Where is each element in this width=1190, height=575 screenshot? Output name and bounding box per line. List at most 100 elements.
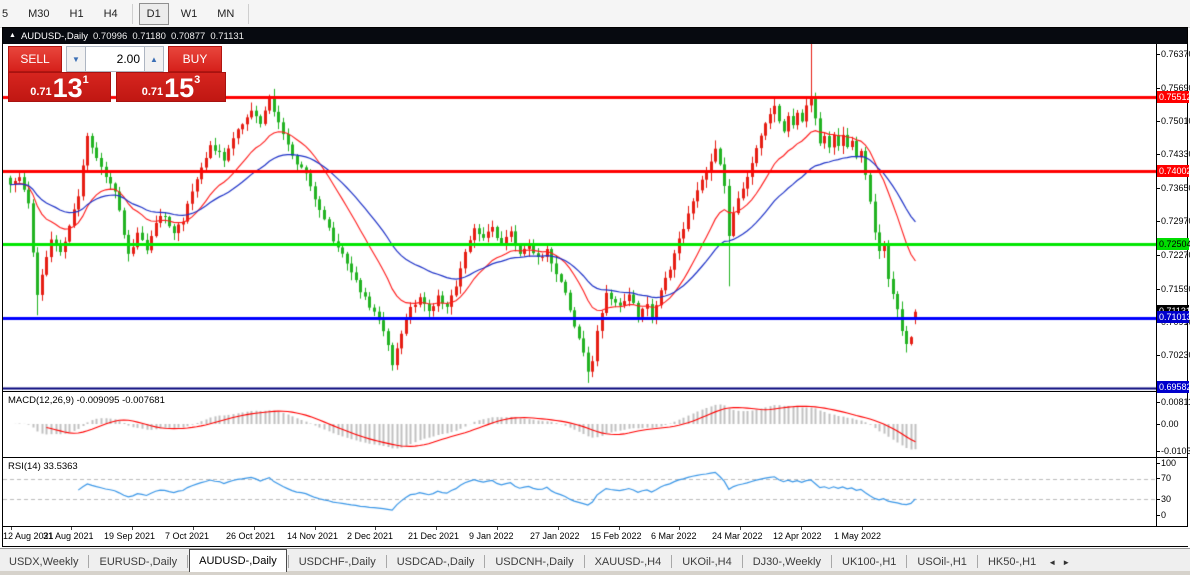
tab-usoil-h1[interactable]: USOil-,H1 <box>908 552 976 572</box>
chart-titlebar: ▲ AUDUSD-,Daily 0.70996 0.71180 0.70877 … <box>3 28 1187 44</box>
price-tick-mark <box>1157 54 1160 55</box>
rsi-value: 33.5363 <box>43 461 78 472</box>
tab-usdx-weekly[interactable]: USDX,Weekly <box>0 552 87 572</box>
tab-usdcnh-daily[interactable]: USDCNH-,Daily <box>486 552 582 572</box>
date-tick-label: 2 Dec 2021 <box>347 531 394 541</box>
price-tick-label: 0.76370 <box>1161 49 1190 59</box>
date-tick-mark <box>132 527 133 530</box>
timeframe-button-mn[interactable]: MN <box>209 3 242 25</box>
timeframe-button-m30[interactable]: M30 <box>20 3 57 25</box>
price-axis-border <box>1156 44 1157 526</box>
macd-canvas <box>3 392 1156 457</box>
date-tick-label: 27 Jan 2022 <box>530 531 580 541</box>
date-tick-label: 26 Oct 2021 <box>226 531 276 541</box>
tab-separator <box>187 555 189 568</box>
tab-separator <box>484 555 486 568</box>
tab-ukoil-h4[interactable]: UKOil-,H4 <box>673 552 741 572</box>
buy-price-prefix: 0.71 <box>141 86 164 98</box>
tab-eurusd-daily[interactable]: EURUSD-,Daily <box>90 552 186 572</box>
price-tick-mark <box>1157 255 1160 256</box>
date-tick-mark <box>193 527 194 530</box>
date-tick-mark <box>254 527 255 530</box>
toolbar-separator <box>131 3 133 24</box>
buy-button[interactable]: BUY <box>168 46 222 72</box>
rsi-tick-label: 100 <box>1161 458 1177 468</box>
date-tick-label: 15 Feb 2022 <box>591 531 642 541</box>
date-tick-mark <box>862 527 863 530</box>
window-marker-icon: ▲ <box>9 31 16 39</box>
tab-usdcad-daily[interactable]: USDCAD-,Daily <box>388 552 484 572</box>
spinner-up-icon: ▲ <box>150 54 158 64</box>
timeframe-button-d1[interactable]: D1 <box>138 2 169 25</box>
price-tick-mark <box>1157 88 1160 89</box>
tab-separator <box>741 555 743 568</box>
tab-separator <box>385 555 387 568</box>
buy-quote[interactable]: 0.71 15 3 <box>116 72 226 102</box>
tab-dj30-weekly[interactable]: DJ30-,Weekly <box>744 552 830 572</box>
date-tick-mark <box>619 527 620 530</box>
date-tick-mark <box>11 527 12 530</box>
price-level-badge: 0.75512 <box>1157 91 1190 103</box>
tab-separator <box>906 555 908 568</box>
one-click-trade-panel: SELL ▼ 2.00 ▲ BUY 0.71 13 1 0.71 15 3 <box>8 46 226 102</box>
tab-xauusd-h4[interactable]: XAUUSD-,H4 <box>586 552 671 572</box>
volume-decrease-button[interactable]: ▼ <box>66 46 86 72</box>
timeframe-button-h4[interactable]: H4 <box>96 3 126 25</box>
sell-quote[interactable]: 0.71 13 1 <box>8 72 111 102</box>
rsi-canvas <box>3 458 1156 526</box>
tab-separator <box>976 555 978 568</box>
date-tick-mark <box>315 527 316 530</box>
date-tick-mark <box>558 527 559 530</box>
tab-separator <box>671 555 673 568</box>
timeframe-button-5[interactable]: 5 <box>0 3 16 25</box>
volume-increase-button[interactable]: ▲ <box>144 46 164 72</box>
price-tick-label: 0.71590 <box>1161 284 1190 294</box>
volume-input[interactable]: 2.00 <box>86 46 144 72</box>
tab-audusd-daily[interactable]: AUDUSD-,Daily <box>189 549 287 572</box>
rsi-label: RSI(14) 33.5363 <box>8 461 78 472</box>
date-tick-mark <box>740 527 741 530</box>
price-level-badge: 0.71013 <box>1157 311 1190 323</box>
tab-scroll-right-icon[interactable]: ► <box>1059 554 1073 570</box>
price-tick-mark <box>1157 355 1160 356</box>
macd-tick-label: 0.00811 <box>1161 397 1190 407</box>
tab-separator <box>831 555 832 568</box>
chart-symbol-title: AUDUSD-,Daily <box>20 30 88 42</box>
timeframe-button-w1[interactable]: W1 <box>173 3 206 25</box>
sell-button[interactable]: SELL <box>8 46 62 72</box>
tab-separator <box>88 555 90 568</box>
price-tick-label: 0.74330 <box>1161 149 1190 159</box>
tab-uk100-h1[interactable]: UK100-,H1 <box>833 552 905 572</box>
tab-usdchf-daily[interactable]: USDCHF-,Daily <box>290 552 385 572</box>
rsi-tick-mark <box>1157 499 1160 500</box>
price-level-badge: 0.69582 <box>1157 381 1190 393</box>
ohlc-close: 0.71131 <box>210 30 244 42</box>
price-tick-label: 0.75010 <box>1161 116 1190 126</box>
spinner-down-icon: ▼ <box>72 54 80 64</box>
price-tick-mark <box>1157 188 1160 189</box>
price-tick-mark <box>1157 121 1160 122</box>
macd-name: MACD(12,26,9) <box>8 395 74 406</box>
ohlc-high: 0.71180 <box>132 30 166 42</box>
date-tick-label: 9 Jan 2022 <box>469 531 514 541</box>
date-tick-mark <box>71 527 72 530</box>
rsi-tick-mark <box>1157 515 1160 516</box>
date-tick-label: 6 Mar 2022 <box>651 531 697 541</box>
date-tick-label: 19 Sep 2021 <box>104 531 156 541</box>
rsi-tick-mark <box>1157 478 1160 479</box>
date-tick-label: 21 Dec 2021 <box>408 531 460 541</box>
tab-scroll-left-icon[interactable]: ◄ <box>1045 554 1059 570</box>
ohlc-low: 0.70877 <box>170 30 206 42</box>
ohlc-open: 0.70996 <box>92 30 128 42</box>
tab-hk50-h1[interactable]: HK50-,H1 <box>979 552 1045 572</box>
date-tick-mark <box>375 527 376 530</box>
date-tick-label: 14 Nov 2021 <box>287 531 339 541</box>
date-tick-label: 24 Mar 2022 <box>712 531 763 541</box>
price-level-badge: 0.74002 <box>1157 165 1190 177</box>
date-tick-label: 1 May 2022 <box>834 531 882 541</box>
buy-price-pip: 3 <box>194 74 201 86</box>
tab-separator <box>287 555 289 568</box>
timeframe-button-h1[interactable]: H1 <box>62 3 92 25</box>
price-tick-mark <box>1157 154 1160 155</box>
status-strip <box>0 571 1190 575</box>
